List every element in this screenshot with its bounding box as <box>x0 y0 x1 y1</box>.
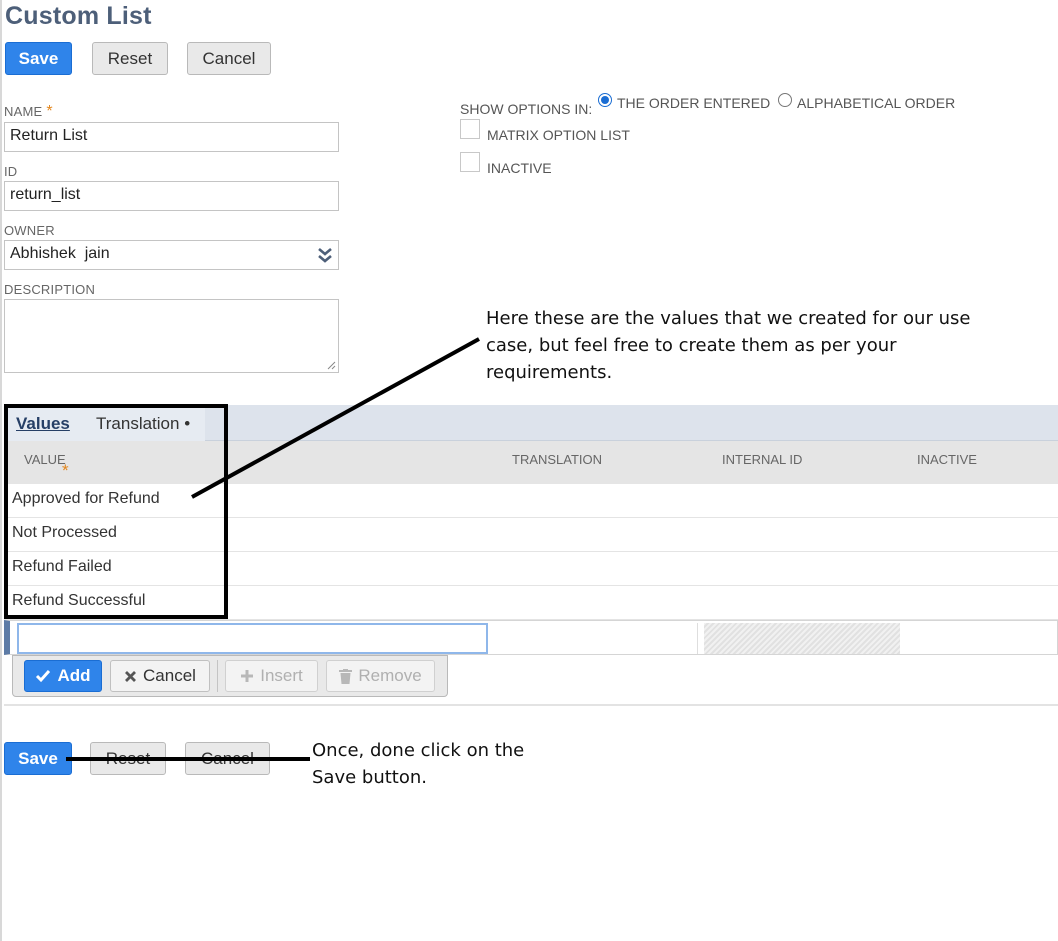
values-pointer-line <box>191 337 480 499</box>
annotation-arrows <box>66 337 480 761</box>
page-edge <box>0 0 2 941</box>
